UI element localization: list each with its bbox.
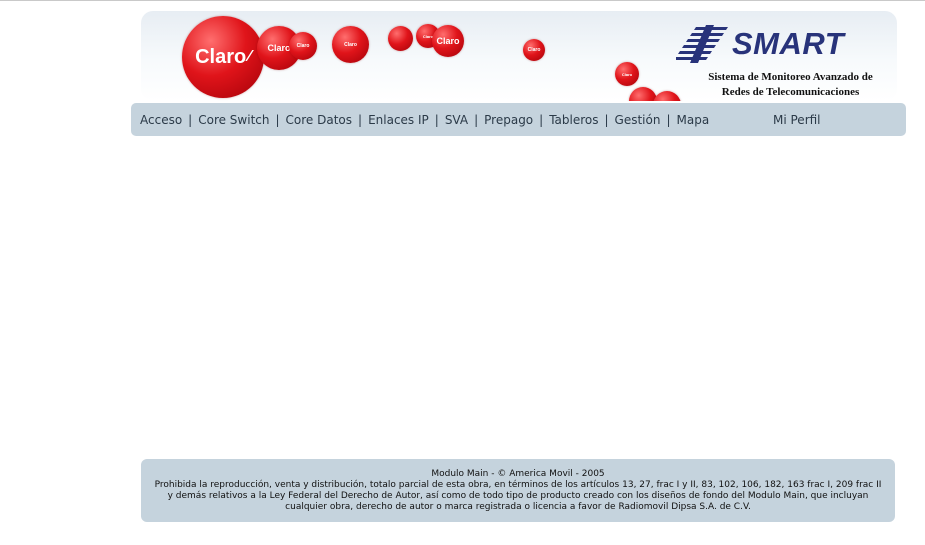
claro-bubble <box>388 26 413 51</box>
claro-logo: Claro ⁄ <box>182 16 264 98</box>
nav-item-enlaces-ip[interactable]: Enlaces IP <box>368 113 429 127</box>
nav-item-sva[interactable]: SVA <box>445 113 468 127</box>
system-subtitle-line-2: Redes de Telecomunicaciones <box>721 86 860 98</box>
nav-item-mapa[interactable]: Mapa <box>677 113 710 127</box>
claro-spark-icon: ⁄ <box>248 48 251 65</box>
smart-logo-block: SMART Sistema de Monitoreo Avanzado de R… <box>676 25 891 99</box>
nav-separator: | <box>474 112 479 127</box>
claro-bubble-text: Claro <box>267 43 291 53</box>
smart-lightning-icon <box>676 25 728 63</box>
claro-bubble-text: Claro <box>436 36 460 46</box>
system-subtitle-line-1: Sistema de Monitoreo Avanzado de <box>708 71 873 83</box>
nav-separator: | <box>358 112 363 127</box>
claro-bubble-text: Claro <box>527 47 541 53</box>
claro-logo-text: Claro <box>195 45 247 68</box>
system-subtitle: Sistema de Monitoreo Avanzado de Redes d… <box>688 70 893 100</box>
nav-separator: | <box>188 112 193 127</box>
nav-separator: | <box>666 112 671 127</box>
top-border-line <box>0 0 925 1</box>
smart-logo: SMART <box>676 25 844 63</box>
nav-separator: | <box>604 112 609 127</box>
claro-bubble-text: Claro <box>296 43 310 49</box>
nav-item-prepago[interactable]: Prepago <box>484 113 533 127</box>
nav-separator: | <box>539 112 544 127</box>
nav-item-core-switch[interactable]: Core Switch <box>198 113 269 127</box>
claro-bubble: Claro <box>332 26 369 63</box>
footer: Modulo Main - © America Movil - 2005 Pro… <box>141 459 895 522</box>
footer-title: Modulo Main - © America Movil - 2005 <box>431 469 605 479</box>
claro-bubble-text: Claro <box>621 71 633 77</box>
footer-legal-notice: Prohibida la reproducción, venta y distr… <box>154 480 882 512</box>
nav-item-core-datos[interactable]: Core Datos <box>286 113 352 127</box>
my-profile-link[interactable]: Mi Perfil <box>773 103 821 136</box>
header-banner: Claro ⁄ Claro Claro Claro Claro Claro Cla… <box>141 11 897 101</box>
nav-item-gestion[interactable]: Gestión <box>615 113 661 127</box>
nav-separator: | <box>275 112 280 127</box>
nav-item-tableros[interactable]: Tableros <box>549 113 598 127</box>
nav-separator: | <box>434 112 439 127</box>
claro-bubble: Claro <box>289 32 317 60</box>
smart-logo-text: SMART <box>732 26 845 61</box>
main-nav-bar: Acceso | Core Switch | Core Datos | Enla… <box>131 103 906 136</box>
claro-bubble <box>629 87 657 101</box>
claro-bubble-text: Claro <box>344 41 357 48</box>
claro-bubble: Claro <box>615 62 639 86</box>
claro-bubble: Claro <box>523 39 545 61</box>
nav-menu: Acceso | Core Switch | Core Datos | Enla… <box>140 103 709 136</box>
nav-item-acceso[interactable]: Acceso <box>140 113 182 127</box>
claro-bubble: Claro <box>432 25 464 57</box>
